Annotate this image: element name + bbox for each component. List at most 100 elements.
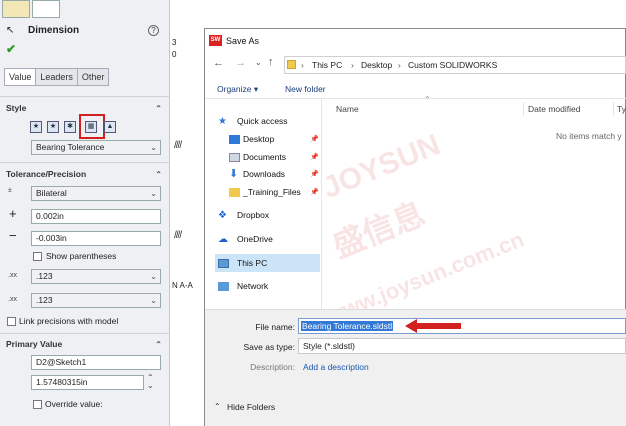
description-label: Description: (250, 362, 295, 372)
chevron-down-icon: ⌄ (150, 189, 157, 198)
load-style-icon[interactable]: ▲ (104, 121, 116, 133)
pin-icon[interactable]: 📌 (310, 184, 319, 201)
recent-dropdown-icon[interactable]: ⌄ (255, 58, 262, 67)
primary-value-header-label: Primary Value (6, 339, 63, 349)
collapse-icon[interactable]: ⌃ (155, 166, 162, 183)
desktop-icon (229, 135, 240, 144)
solidworks-app-icon: SW (209, 35, 222, 46)
tolerance-section-header[interactable]: Tolerance/Precision ⌃ (0, 166, 170, 183)
red-arrow-icon (405, 319, 461, 333)
apply-default-style-icon[interactable]: ★ (30, 121, 42, 133)
sidebar-item-downloads[interactable]: ⬇ Downloads 📌 (229, 166, 331, 183)
column-divider[interactable] (613, 102, 614, 116)
collapse-icon[interactable]: ⌃ (155, 100, 162, 117)
sidebar-item-onedrive[interactable]: ☁ OneDrive (218, 231, 320, 248)
plus-icon: + (9, 206, 17, 221)
save-as-type-dropdown[interactable]: Style (*.sldstl) (298, 338, 626, 354)
dimension-name-input[interactable]: D2@Sketch1 (31, 355, 161, 370)
sidebar-item-label: This PC (237, 258, 268, 268)
sidebar-item-label: Downloads (243, 169, 286, 179)
tab-value[interactable]: Value (4, 68, 37, 86)
chevron-right-icon: › (351, 60, 354, 70)
sidebar-item-quick-access[interactable]: ★ Quick access (218, 113, 320, 130)
tab-other[interactable]: Other (76, 68, 110, 86)
hide-folders-button[interactable]: Hide Folders (227, 402, 275, 412)
tab-leaders[interactable]: Leaders (35, 68, 78, 86)
primary-value-section-header[interactable]: Primary Value ⌃ (0, 336, 170, 353)
sidebar-item-label: Documents (243, 152, 286, 162)
sidebar-item-this-pc[interactable]: This PC (218, 255, 320, 272)
file-name-label: File name: (255, 322, 295, 332)
tolerance-precision-icon: .xx (8, 296, 17, 303)
breadcrumb-custom-solidworks[interactable]: Custom SOLIDWORKS (408, 57, 497, 73)
sort-indicator-icon: ⌃ (424, 95, 431, 104)
style-dropdown-value: Bearing Tolerance (36, 142, 105, 152)
ok-check-icon[interactable]: ✔ (6, 42, 16, 56)
breadcrumb-desktop[interactable]: Desktop (361, 57, 392, 73)
new-folder-button[interactable]: New folder (285, 84, 326, 94)
plus-tolerance-input[interactable]: 0.002in (31, 209, 161, 224)
pin-icon[interactable]: 📌 (310, 131, 319, 148)
tolerance-type-dropdown[interactable]: Bilateral ⌄ (31, 186, 161, 201)
override-value-label: Override value: (45, 399, 103, 409)
back-arrow-icon[interactable]: ← (213, 57, 224, 69)
tolerance-type-value: Bilateral (36, 188, 67, 198)
column-header-name[interactable]: Name (336, 104, 359, 114)
add-style-icon[interactable]: ★ (47, 121, 59, 133)
sidebar-item-documents[interactable]: Documents 📌 (229, 149, 331, 166)
spin-stepper[interactable]: ⌃ ⌄ (147, 374, 154, 390)
onedrive-icon: ☁ (218, 234, 228, 245)
dropbox-icon: ❖ (218, 210, 227, 221)
sidebar-item-network[interactable]: Network (218, 278, 320, 295)
sidebar-item-label: Network (237, 281, 269, 291)
address-bar[interactable]: › This PC › Desktop › Custom SOLIDWORKS (284, 56, 626, 74)
property-manager: ↖ Dimension ? ✔ Value Leaders Other Style ⌃… (0, 0, 170, 426)
pin-icon[interactable]: 📌 (310, 149, 319, 166)
precision-icon: .xx (8, 272, 17, 279)
chevron-down-icon: ⌄ (150, 296, 157, 305)
network-icon (218, 282, 229, 291)
empty-list-message: No items match y (556, 131, 622, 141)
property-manager-tab[interactable] (32, 0, 60, 18)
update-style-icon[interactable]: ✱ (64, 121, 76, 133)
column-header-type[interactable]: Ty (617, 104, 626, 114)
divider (0, 162, 170, 163)
primary-precision-dropdown[interactable]: .123 ⌄ (31, 269, 161, 284)
sidebar-item-label: Desktop (243, 134, 275, 144)
star-icon: ★ (218, 116, 227, 127)
up-arrow-icon[interactable]: ↑ (268, 56, 274, 68)
minus-tolerance-input[interactable]: -0.003in (31, 231, 161, 246)
forward-arrow-icon[interactable]: → (235, 57, 246, 69)
show-parentheses-checkbox[interactable] (33, 252, 42, 261)
sidebar-item-dropbox[interactable]: ❖ Dropbox (218, 207, 320, 224)
organize-menu[interactable]: Organize ▾ (217, 84, 258, 95)
dimension-label: 3 (172, 38, 177, 47)
sidebar-item-training-files[interactable]: _Training_Files 📌 (229, 184, 331, 201)
help-icon[interactable]: ? (148, 25, 159, 36)
column-header-date-modified[interactable]: Date modified (528, 104, 580, 114)
column-divider[interactable] (523, 102, 524, 116)
sidebar-item-desktop[interactable]: Desktop 📌 (229, 131, 331, 148)
link-precisions-label: Link precisions with model (19, 316, 119, 326)
breadcrumb-this-pc[interactable]: This PC (312, 57, 342, 73)
feature-manager-tab[interactable] (2, 0, 30, 18)
dialog-title: Save As (226, 36, 260, 46)
tolerance-precision-value: .123 (36, 295, 53, 305)
primary-precision-value: .123 (36, 271, 53, 281)
override-value-checkbox[interactable] (33, 400, 42, 409)
sidebar-item-label: _Training_Files (243, 187, 301, 197)
dimension-value-input[interactable]: 1.57480315in (31, 375, 144, 390)
tolerance-precision-dropdown[interactable]: .123 ⌄ (31, 293, 161, 308)
drawing-canvas[interactable]: 3 0 //// //// N A-A (170, 0, 206, 426)
add-description-link[interactable]: Add a description (303, 362, 369, 372)
dimension-label: 0 (172, 50, 177, 59)
link-precisions-checkbox[interactable] (7, 317, 16, 326)
folder-icon (287, 60, 296, 69)
style-dropdown[interactable]: Bearing Tolerance ⌄ (31, 140, 161, 155)
style-header-label: Style (6, 103, 27, 113)
folder-icon (229, 188, 240, 197)
downloads-icon: ⬇ (229, 168, 239, 180)
chevron-up-icon[interactable]: ⌃ (214, 402, 221, 411)
divider (0, 333, 170, 334)
collapse-icon[interactable]: ⌃ (155, 336, 162, 353)
